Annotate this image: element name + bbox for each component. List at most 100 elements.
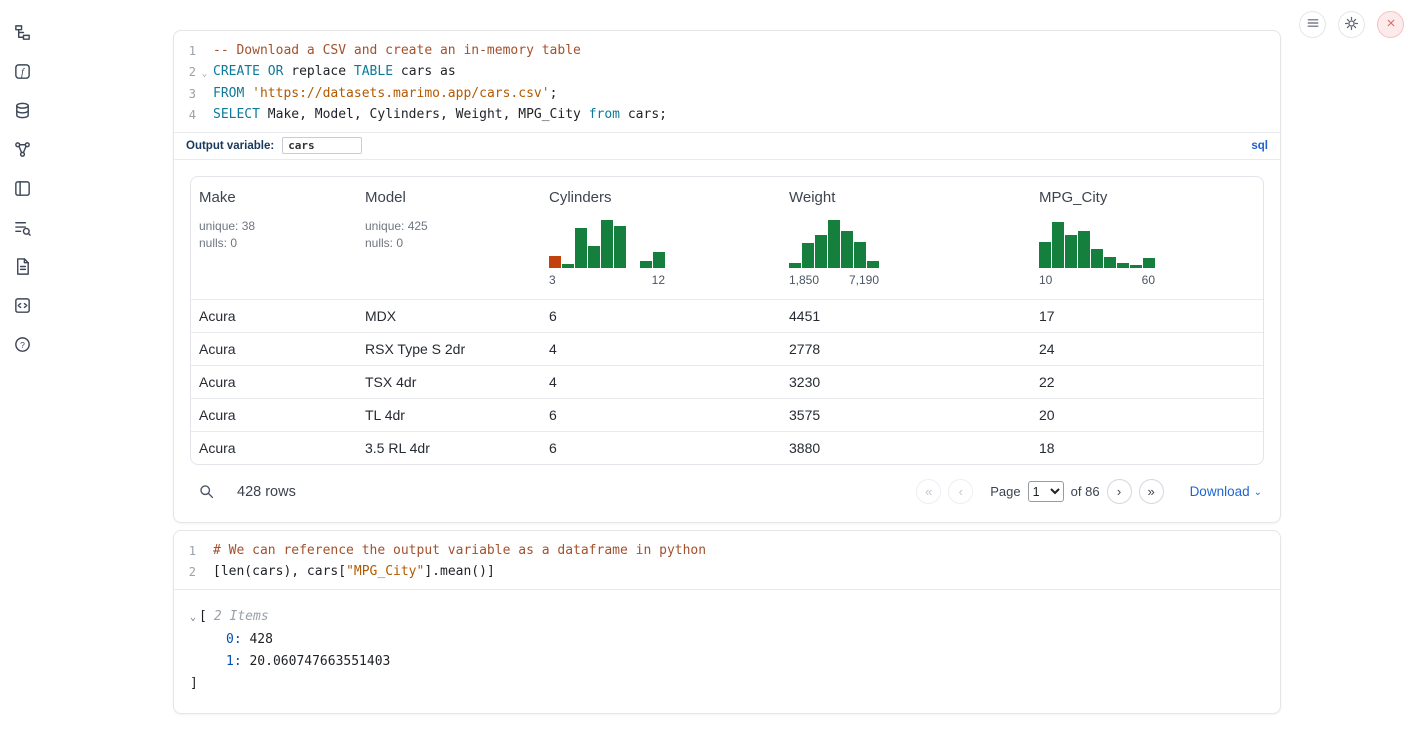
items-count-label: 2 Items [214,609,269,624]
code-line[interactable]: 3FROM 'https://datasets.marimo.app/cars.… [174,84,1280,105]
page-select[interactable]: 1 [1028,481,1064,502]
fold-spacer [196,562,213,583]
dependency-graph-icon[interactable] [10,137,34,161]
page-total-label: of 86 [1071,484,1100,499]
histogram-bar [1065,235,1077,268]
chevron-down-icon: ⌄ [1254,485,1262,498]
fold-spacer [196,84,213,105]
search-icon[interactable] [198,483,215,500]
table-cell: 6 [541,432,781,464]
pagination: « ‹ Page 1 of 86 › » [916,479,1163,504]
fold-spacer [196,105,213,126]
first-page-button[interactable]: « [916,479,941,504]
python-cell: 1# We can reference the output variable … [173,530,1281,714]
histogram-bar [828,220,840,268]
column-header-model[interactable]: Modelunique: 425nulls: 0 [357,177,541,299]
table-cell: Acura [191,300,357,332]
prev-page-button[interactable]: ‹ [948,479,973,504]
hamburger-icon [1305,15,1321,34]
svg-text:f: f [21,67,26,78]
table-row[interactable]: AcuraTSX 4dr4323022 [191,365,1263,398]
gear-icon [1343,15,1360,35]
snippets-icon[interactable] [10,293,34,317]
outline-icon[interactable] [10,176,34,200]
output-list-item: 0: 428 [190,629,1264,651]
code-text: FROM 'https://datasets.marimo.app/cars.c… [213,84,557,105]
code-text: SELECT Make, Model, Cylinders, Weight, M… [213,105,667,126]
documentation-icon[interactable] [10,254,34,278]
help-icon[interactable]: ? [10,332,34,356]
column-header-cylinders[interactable]: Cylinders312 [541,177,781,299]
line-number: 4 [174,105,196,126]
histogram-weight: 1,8507,190 [789,218,879,287]
table-cell: TL 4dr [357,399,541,431]
column-name: Make [199,189,349,206]
file-tree-icon[interactable] [10,20,34,44]
next-page-button[interactable]: › [1107,479,1132,504]
datasources-icon[interactable] [10,98,34,122]
data-table: Make unique: 38nulls: 0Modelunique: 425nu… [190,176,1264,465]
code-line[interactable]: 4 SELECT Make, Model, Cylinders, Weight, … [174,105,1280,126]
output-list-item: 1: 20.060747663551403 [190,651,1264,673]
histogram-bar [1078,231,1090,268]
table-cell: 3.5 RL 4dr [357,432,541,464]
download-button[interactable]: Download ⌄ [1190,484,1262,499]
histogram-bar [815,235,827,268]
line-number: 2 [174,62,196,85]
histogram-bar [789,263,801,268]
table-row[interactable]: AcuraMDX6445117 [191,299,1263,332]
fold-chevron-icon[interactable]: ⌄ [196,62,213,85]
column-header-make[interactable]: Make unique: 38nulls: 0 [191,177,357,299]
menu-button[interactable] [1299,11,1326,38]
download-label: Download [1190,484,1250,499]
close-icon [1384,16,1398,33]
table-cell: TSX 4dr [357,366,541,398]
table-cell: 18 [1031,432,1263,464]
code-line[interactable]: 1# We can reference the output variable … [174,541,1280,562]
histogram-bar [1117,263,1129,268]
code-line[interactable]: 1-- Download a CSV and create an in-memo… [174,41,1280,62]
column-header-mpg_city[interactable]: MPG_City 1060 [1031,177,1263,299]
column-stats: unique: 38nulls: 0 [199,218,349,251]
output-variable-label: Output variable: [186,140,274,152]
output-list: 0: 4281: 20.060747663551403 [190,629,1264,673]
column-header-weight[interactable]: Weight 1,8507,190 [781,177,1031,299]
line-number: 1 [174,41,196,62]
table-cell: Acura [191,399,357,431]
table-cell: 3575 [781,399,1031,431]
sql-editor[interactable]: 1-- Download a CSV and create an in-memo… [174,31,1280,132]
settings-button[interactable] [1338,11,1365,38]
histogram-bar [601,220,613,268]
python-editor[interactable]: 1# We can reference the output variable … [174,531,1280,589]
item-value: 428 [242,632,273,647]
code-text: CREATE OR replace TABLE cars as [213,62,456,85]
row-count: 428 rows [237,484,296,500]
language-badge: sql [1251,140,1268,152]
table-cell: Acura [191,432,357,464]
table-row[interactable]: AcuraTL 4dr6357520 [191,398,1263,431]
column-name: MPG_City [1039,189,1255,206]
table-cell: MDX [357,300,541,332]
last-page-button[interactable]: » [1139,479,1164,504]
histogram-bar [1039,242,1051,268]
open-bracket: [ [199,609,207,624]
histogram-axis: 1060 [1039,273,1155,287]
table-header-row: Make unique: 38nulls: 0Modelunique: 425nu… [191,177,1263,299]
histogram-bar [867,261,879,268]
table-row[interactable]: Acura3.5 RL 4dr6388018 [191,431,1263,464]
table-cell: 17 [1031,300,1263,332]
scratchpad-icon[interactable]: f [10,59,34,83]
code-line[interactable]: 2⌄CREATE OR replace TABLE cars as [174,62,1280,85]
histogram-bar [614,226,626,268]
output-variable-input[interactable] [282,137,362,154]
shutdown-button[interactable] [1377,11,1404,38]
top-right-controls [1299,11,1404,38]
chevron-down-icon[interactable]: ⌄ [190,612,196,623]
column-name: Weight [789,189,1023,206]
code-text: # We can reference the output variable a… [213,541,706,562]
table-cell: Acura [191,333,357,365]
logs-icon[interactable] [10,215,34,239]
left-sidebar: f ? [0,0,44,729]
code-line[interactable]: 2[len(cars), cars["MPG_City"].mean()] [174,562,1280,583]
table-row[interactable]: AcuraRSX Type S 2dr4277824 [191,332,1263,365]
